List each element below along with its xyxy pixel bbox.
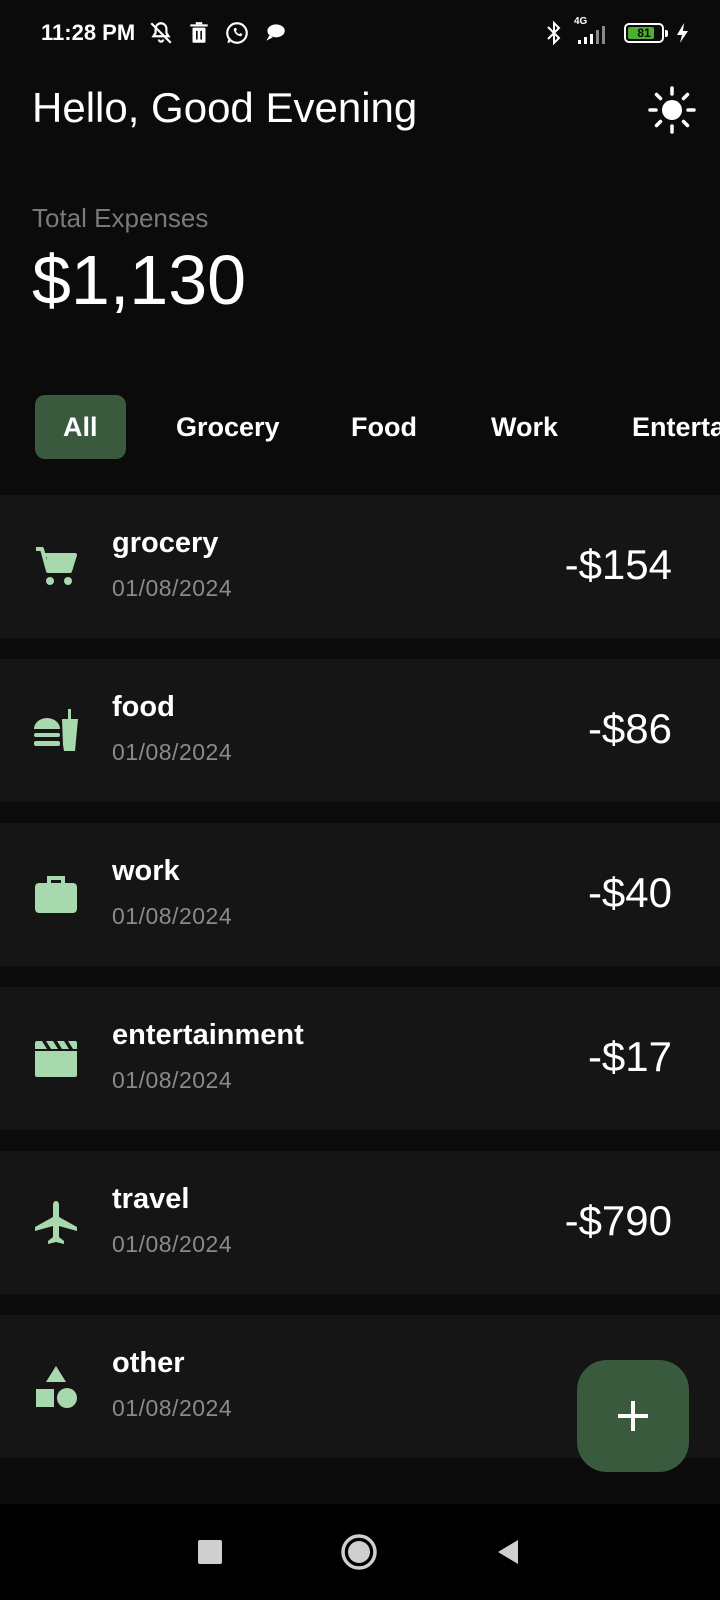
tab-grocery[interactable]: Grocery: [176, 395, 280, 459]
airplane-icon: [32, 1199, 80, 1247]
expense-amount: -$154: [564, 541, 672, 588]
movie-clapper-icon: [32, 1035, 80, 1083]
expense-row[interactable]: travel 01/08/2024 -$790: [0, 1151, 720, 1294]
category-tabs: All Grocery Food Work Entertainment: [0, 395, 720, 459]
notification-icons: [148, 20, 288, 46]
home-circle-icon: [341, 1534, 377, 1570]
theme-toggle-button[interactable]: [648, 86, 696, 134]
tab-all[interactable]: All: [35, 395, 126, 459]
battery-icon: 81: [624, 23, 668, 43]
expense-row[interactable]: grocery 01/08/2024 -$154: [0, 495, 720, 638]
shopping-cart-icon: [32, 543, 80, 591]
bell-off-icon: [148, 20, 174, 46]
plus-icon: [618, 1401, 648, 1431]
expense-row[interactable]: work 01/08/2024 -$40: [0, 823, 720, 966]
expense-title: grocery: [112, 527, 219, 559]
back-triangle-icon: [498, 1540, 518, 1564]
expense-title: other: [112, 1347, 185, 1379]
whatsapp-icon: [224, 20, 250, 46]
network-type: 4G: [574, 16, 588, 27]
expense-date: 01/08/2024: [112, 1395, 233, 1421]
expense-row[interactable]: entertainment 01/08/2024 -$17: [0, 987, 720, 1130]
recents-square-icon: [198, 1540, 222, 1564]
expense-amount: -$17: [587, 1033, 672, 1080]
expense-amount: -$86: [587, 705, 672, 752]
total-expenses-label: Total Expenses: [32, 203, 209, 233]
total-expenses-amount: $1,130: [32, 241, 247, 319]
recents-button[interactable]: [186, 1528, 234, 1576]
status-bar: 11:28 PM 4G 81: [0, 0, 720, 70]
status-time: 11:28 PM: [41, 20, 136, 45]
system-nav-bar: [0, 1504, 720, 1600]
expense-title: entertainment: [112, 1019, 304, 1051]
home-button[interactable]: [335, 1528, 383, 1576]
expense-title: work: [112, 855, 180, 887]
expense-date: 01/08/2024: [112, 903, 233, 929]
tab-entertainment[interactable]: Entertainment: [632, 395, 720, 459]
charging-icon: [674, 20, 690, 46]
tab-food[interactable]: Food: [351, 395, 417, 459]
expense-title: food: [112, 691, 175, 723]
expense-date: 01/08/2024: [112, 1231, 233, 1257]
briefcase-icon: [32, 871, 80, 919]
chat-bubble-icon: [262, 20, 288, 46]
app-screen: 11:28 PM 4G 81 Hello, Good Evening Total…: [0, 0, 720, 1600]
trash-icon: [186, 20, 212, 46]
bluetooth-icon: [544, 20, 564, 46]
expense-title: travel: [112, 1183, 190, 1215]
expense-date: 01/08/2024: [112, 575, 233, 601]
expense-date: 01/08/2024: [112, 739, 233, 765]
system-icons: 4G 81: [544, 16, 690, 46]
back-button[interactable]: [484, 1528, 532, 1576]
signal-icon: 4G: [574, 16, 614, 46]
expense-date: 01/08/2024: [112, 1067, 233, 1093]
add-expense-button[interactable]: [577, 1360, 689, 1472]
expense-row[interactable]: food 01/08/2024 -$86: [0, 659, 720, 802]
shapes-icon: [32, 1363, 80, 1411]
greeting-title: Hello, Good Evening: [32, 84, 418, 131]
tab-work[interactable]: Work: [491, 395, 558, 459]
fastfood-icon: [32, 707, 80, 755]
expense-amount: -$40: [587, 869, 672, 916]
sun-icon: [648, 86, 696, 134]
battery-level: 81: [637, 26, 651, 40]
expense-amount: -$790: [564, 1197, 672, 1244]
